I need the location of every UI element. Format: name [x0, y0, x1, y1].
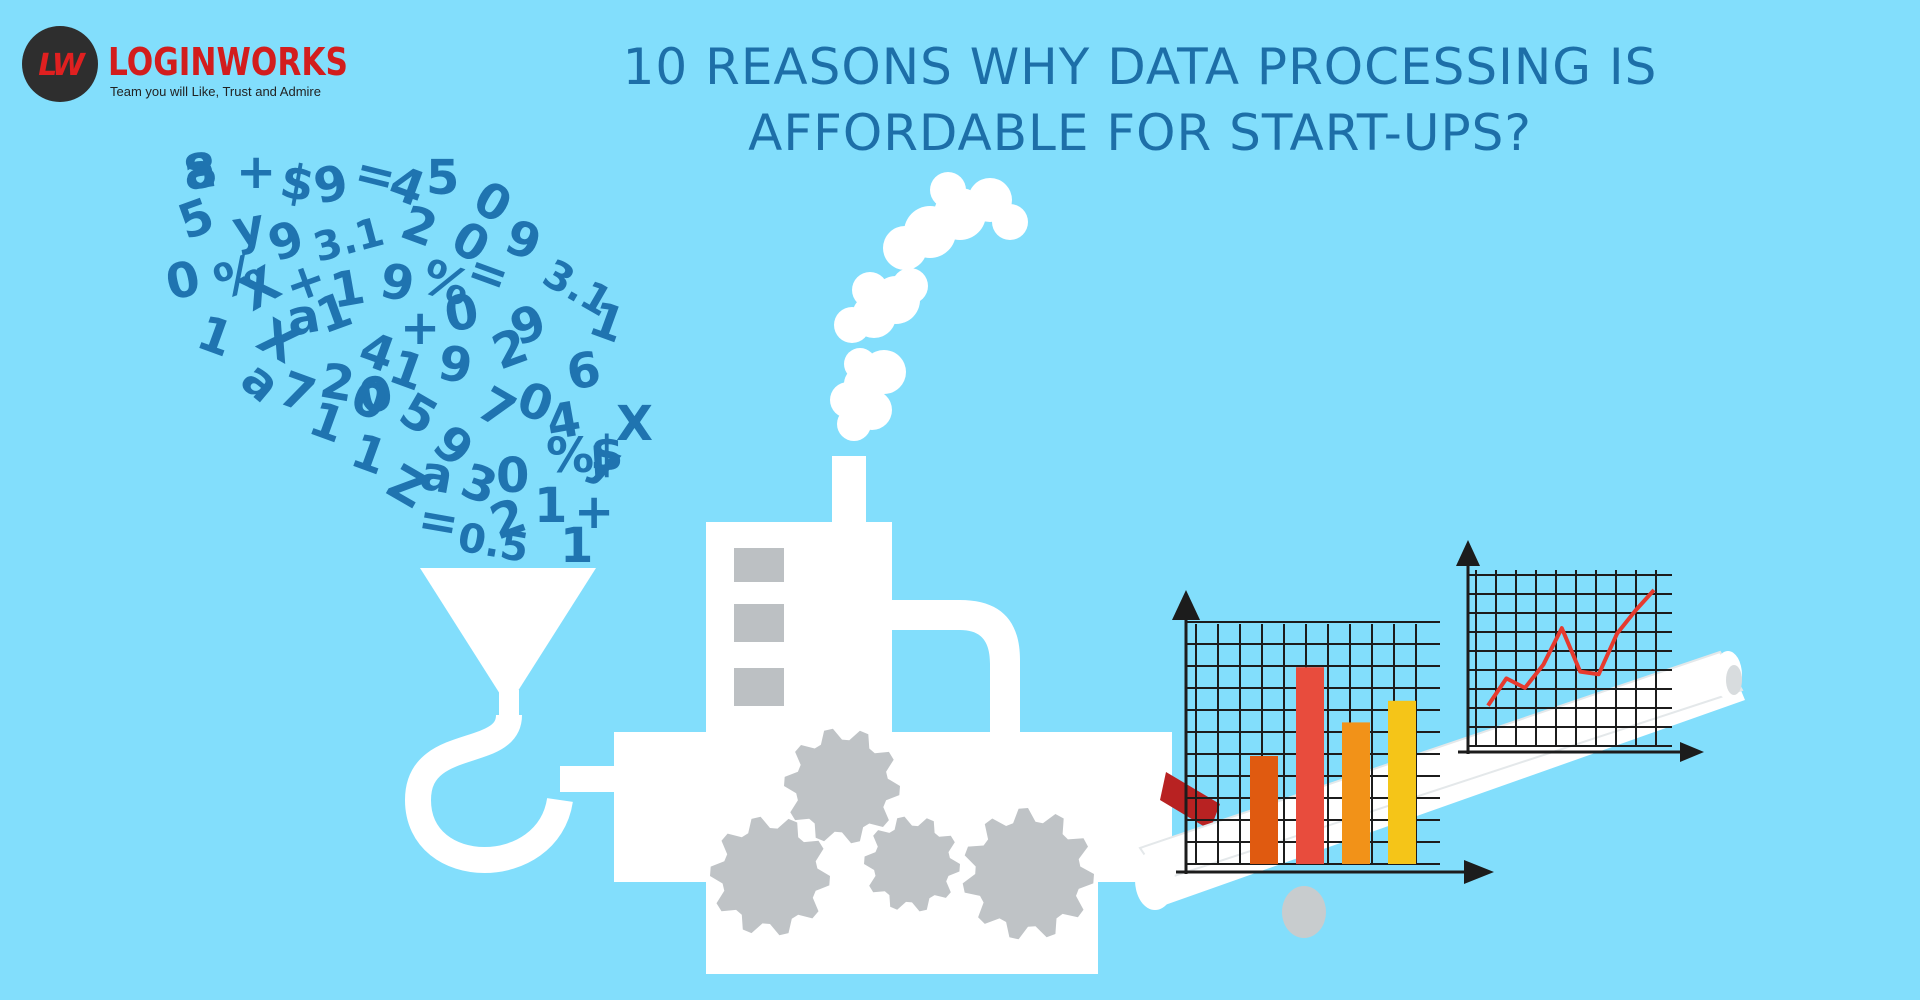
data-glyph: = — [414, 491, 463, 553]
data-glyph: % — [546, 428, 594, 484]
chart-bar — [1342, 722, 1370, 864]
data-glyph: 0 — [161, 250, 205, 312]
axis-arrow — [1464, 860, 1494, 884]
data-glyph: 9 — [434, 335, 477, 396]
axis-arrow — [1172, 590, 1200, 620]
data-glyph: $ — [590, 426, 623, 482]
axis-arrow — [1456, 540, 1480, 566]
brand-logo[interactable]: LW LOGINWORKS Team you will Like, Trust … — [22, 26, 352, 106]
data-glyph: 1 — [190, 305, 241, 369]
data-glyph: 9 — [309, 154, 353, 216]
data-glyph: 8 — [180, 142, 221, 202]
logo-tagline: Team you will Like, Trust and Admire — [110, 84, 321, 99]
axis-arrow — [1680, 742, 1704, 762]
smoke-icon — [830, 172, 1028, 441]
chart-bar — [1296, 667, 1324, 864]
logo-badge-text: LW — [38, 48, 85, 83]
logo-badge: LW — [22, 26, 98, 102]
logo-name: LOGINWORKS — [108, 40, 348, 84]
data-glyph: + — [236, 144, 276, 200]
conveyor-belt-icon — [1135, 650, 1745, 938]
chart-bar — [1250, 756, 1278, 864]
title-line-2: AFFORDABLE FOR START-UPS? — [748, 104, 1532, 162]
data-glyph: 1 — [560, 518, 593, 574]
data-glyph: 1 — [344, 423, 395, 487]
funnel-icon — [404, 568, 640, 873]
chart-bar — [1388, 700, 1416, 864]
page-title: 10 REASONS WHY DATA PROCESSING IS AFFORD… — [440, 34, 1840, 166]
title-line-1: 10 REASONS WHY DATA PROCESSING IS — [622, 38, 1658, 96]
data-glyph-cloud: a + $9=45 05 y93.1 2090 %X+1 9%= 3.11 Xa14+ 0 9 1a72… — [161, 142, 653, 574]
